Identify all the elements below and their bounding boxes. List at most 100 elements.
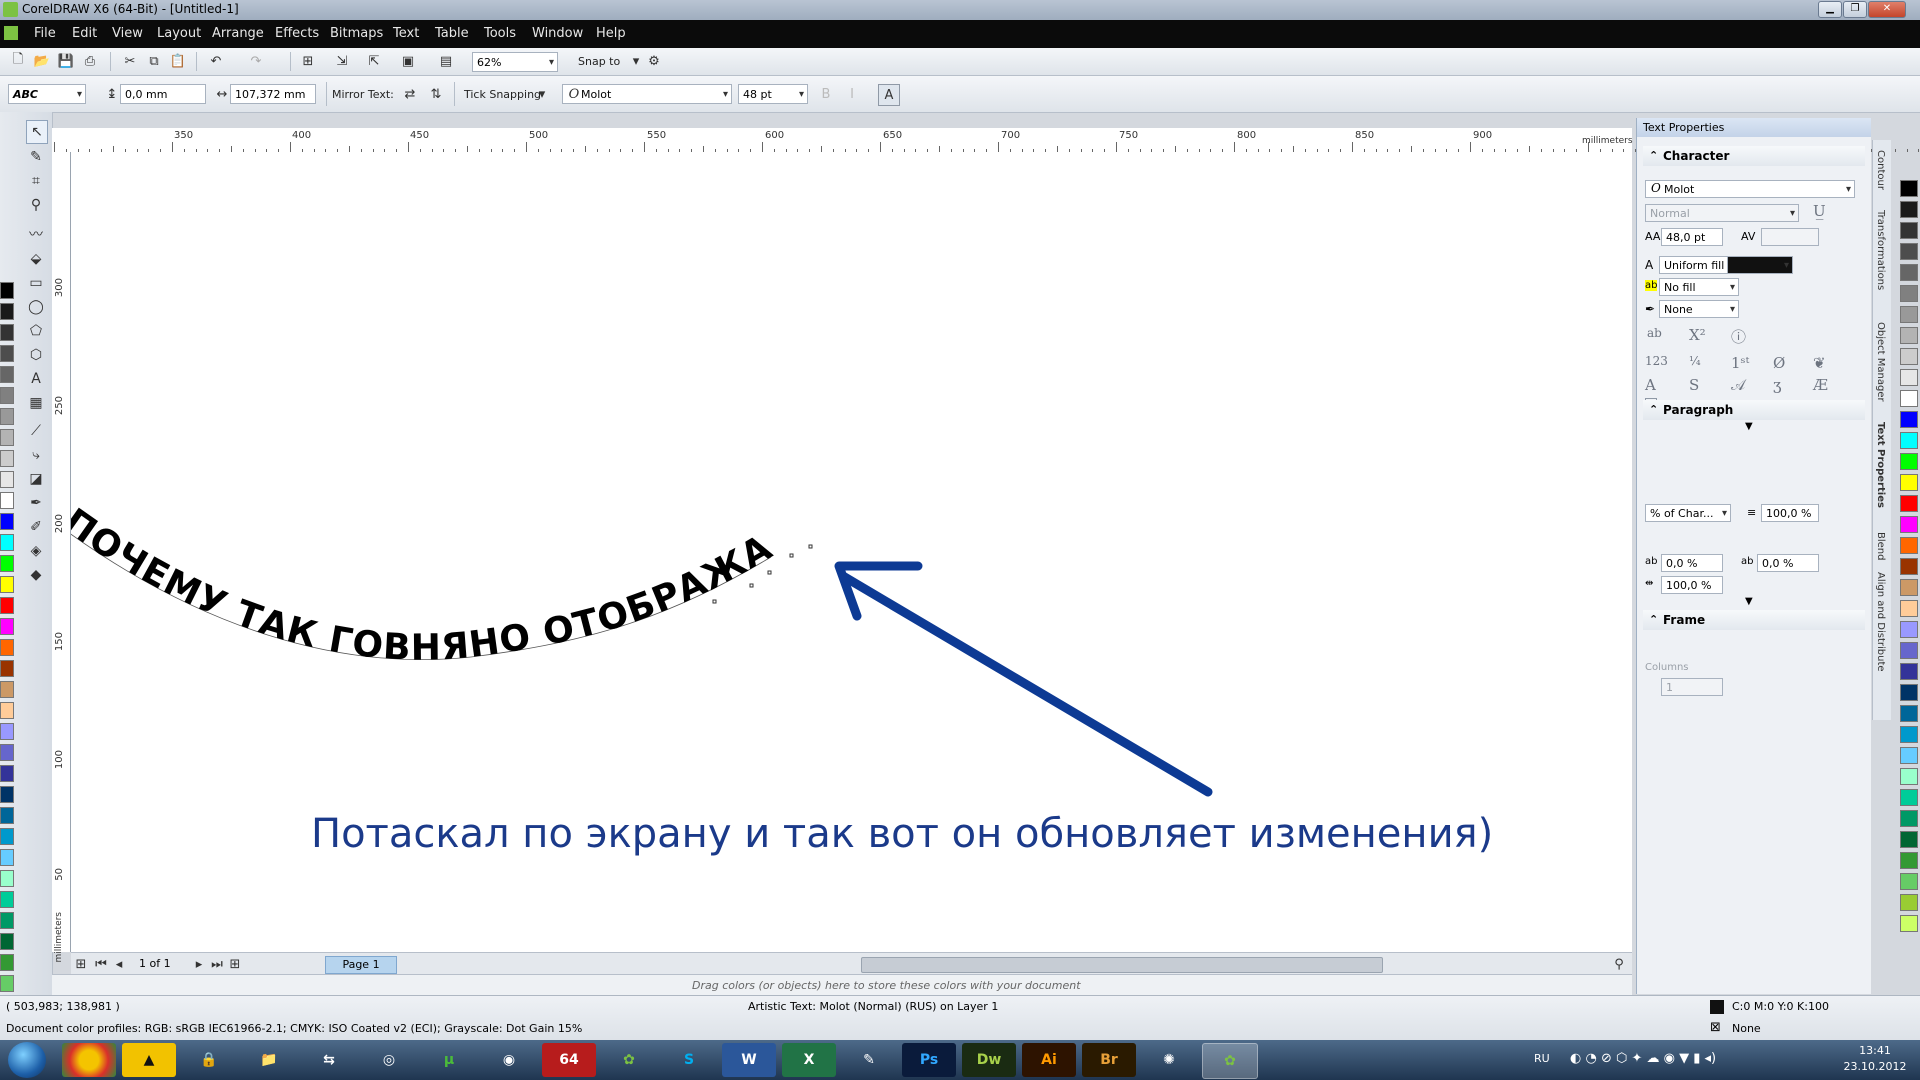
horizontal-ruler[interactable]: 350 400 450 500 550 600 650 700 750 800 … (52, 128, 1920, 153)
dreamweaver-icon[interactable]: Dw (962, 1043, 1016, 1077)
font-list-select[interactable]: Molot (562, 84, 732, 105)
menu-effects[interactable]: Effects (275, 26, 319, 41)
curved-artistic-text[interactable]: ПОЧЕМУ ТАК ГОВНЯНО ОТОБРАЖАЕТ Н (71, 152, 779, 669)
lang-spacing-input[interactable]: 100,0 % (1661, 576, 1723, 594)
save-icon[interactable]: 💾 (58, 53, 74, 69)
menu-help[interactable]: Help (596, 26, 626, 41)
palette-swatch[interactable] (1900, 789, 1918, 806)
first-page-icon[interactable]: ⏮ (93, 956, 109, 972)
effects-app-icon[interactable]: ✺ (1142, 1043, 1196, 1077)
next-page-icon[interactable]: ▸ (191, 956, 207, 972)
mirror-horizontal-icon[interactable]: ⇄ (402, 86, 418, 102)
palette-swatch[interactable] (1900, 558, 1918, 575)
palette-swatch[interactable] (0, 849, 14, 866)
docker-font-size-input[interactable]: 48,0 pt (1661, 228, 1723, 246)
tab-contour[interactable]: Contour (1875, 150, 1886, 190)
tab-transformations[interactable]: Transformations (1875, 210, 1886, 290)
font-style-select[interactable]: Normal (1645, 204, 1799, 223)
palette-swatch[interactable] (1900, 390, 1918, 407)
line-spacing-input[interactable]: 100,0 % (1761, 504, 1819, 522)
snap-to-dropdown[interactable]: Snap to (578, 55, 620, 68)
contextual-icon[interactable]: ʒ (1773, 376, 1781, 394)
paragraph-expand-icon[interactable]: ▼ (1745, 596, 1753, 607)
text-path-preset-select[interactable]: ABC (8, 84, 86, 105)
character-formatting-icon[interactable]: A (878, 84, 900, 106)
numerals-icon[interactable]: 123 (1645, 354, 1668, 368)
palette-swatch[interactable] (0, 534, 14, 551)
palette-swatch[interactable] (1900, 873, 1918, 890)
application-launcher-icon[interactable]: ▣ (400, 53, 416, 69)
palette-swatch[interactable] (1900, 621, 1918, 638)
palette-swatch[interactable] (0, 933, 14, 950)
palette-swatch[interactable] (0, 429, 14, 446)
palette-swatch[interactable] (1900, 894, 1918, 911)
import-icon[interactable]: ⇲ (334, 53, 350, 69)
fractions-icon[interactable]: ¼ (1689, 354, 1701, 368)
right-color-palette[interactable] (1900, 180, 1920, 970)
illustrator-icon[interactable]: Ai (1022, 1043, 1076, 1077)
new-icon[interactable]: 🗋 (10, 52, 26, 69)
notepad-icon[interactable]: ✎ (842, 1043, 896, 1077)
palette-swatch[interactable] (1900, 495, 1918, 512)
palette-swatch[interactable] (0, 639, 14, 656)
eyedropper-tool-icon[interactable]: ✒ (26, 492, 46, 514)
menu-file[interactable]: File (34, 26, 56, 41)
ordinals-icon[interactable]: 1ˢᵗ (1731, 354, 1749, 372)
menu-edit[interactable]: Edit (72, 26, 97, 41)
menu-arrange[interactable]: Arrange (212, 26, 264, 41)
tab-object-manager[interactable]: Object Manager (1875, 322, 1886, 402)
options-icon[interactable]: ⚙ (646, 53, 662, 69)
character-section-header[interactable]: Character (1643, 146, 1865, 166)
cut-icon[interactable]: ✂ (122, 53, 138, 69)
mirror-vertical-icon[interactable]: ⇅ (428, 86, 444, 102)
horizontal-scrollbar[interactable] (861, 957, 1383, 973)
paste-icon[interactable]: 📋 (170, 53, 186, 69)
pick-tool-icon[interactable]: ↖ (26, 120, 48, 144)
superscript-icon[interactable]: X² (1689, 326, 1706, 344)
skype-icon[interactable]: S (662, 1043, 716, 1077)
palette-swatch[interactable] (1900, 327, 1918, 344)
swash-icon[interactable]: 𝒜 (1731, 376, 1745, 394)
coreldraw-taskbar-icon[interactable]: ✿ (602, 1043, 656, 1077)
last-page-icon[interactable]: ⏭ (209, 956, 225, 972)
rectangle-tool-icon[interactable]: ▭ (26, 272, 46, 294)
table-tool-icon[interactable]: ▦ (26, 392, 46, 414)
smart-fill-icon[interactable]: ⬙ (26, 248, 46, 270)
palette-swatch[interactable] (0, 513, 14, 530)
palette-swatch[interactable] (1900, 642, 1918, 659)
character-expand-icon[interactable]: ▼ (1745, 421, 1753, 432)
explorer-icon[interactable]: 📁 (242, 1043, 296, 1077)
vertical-ruler[interactable]: 300 250 200 150 100 50 millimeters (52, 152, 71, 963)
palette-swatch[interactable] (0, 975, 14, 992)
palette-swatch[interactable] (1900, 852, 1918, 869)
info-icon[interactable]: ⓘ (1731, 326, 1746, 347)
tick-snapping-arrow-icon[interactable]: ▾ (534, 86, 550, 102)
palette-swatch[interactable] (0, 303, 14, 320)
teamviewer-icon[interactable]: ⇆ (302, 1043, 356, 1077)
ligature-icon[interactable]: Æ (1813, 376, 1828, 394)
palette-swatch[interactable] (0, 702, 14, 719)
palette-swatch[interactable] (1900, 180, 1918, 197)
tray-icons[interactable]: ◐ ◔ ⊘ ⬡ ✦ ☁ ◉ ▼ ▮ ◂) (1570, 1051, 1716, 1066)
dimension-tool-icon[interactable]: ⟋ (26, 420, 46, 442)
word-spacing-input[interactable]: 0,0 % (1757, 554, 1819, 572)
palette-swatch[interactable] (1900, 663, 1918, 680)
outline-tool-icon[interactable]: ✐ (26, 516, 46, 538)
start-button[interactable] (8, 1042, 46, 1078)
palette-swatch[interactable] (1900, 579, 1918, 596)
welcome-screen-icon[interactable]: ▤ (438, 53, 454, 69)
palette-swatch[interactable] (0, 954, 14, 971)
background-fill-select[interactable]: No fill (1659, 278, 1739, 297)
palette-swatch[interactable] (0, 807, 14, 824)
palette-swatch[interactable] (1900, 768, 1918, 785)
palette-swatch[interactable] (1900, 537, 1918, 554)
crop-tool-icon[interactable]: ⌗ (26, 170, 46, 192)
clock[interactable]: 13:41 23.10.2012 (1832, 1043, 1918, 1075)
palette-swatch[interactable] (1900, 600, 1918, 617)
palette-swatch[interactable] (1900, 411, 1918, 428)
fill-tool-icon[interactable]: ◈ (26, 540, 46, 562)
palette-swatch[interactable] (0, 576, 14, 593)
prev-page-icon[interactable]: ◂ (111, 956, 127, 972)
palette-swatch[interactable] (1900, 474, 1918, 491)
paragraph-section-header[interactable]: Paragraph (1643, 400, 1865, 420)
